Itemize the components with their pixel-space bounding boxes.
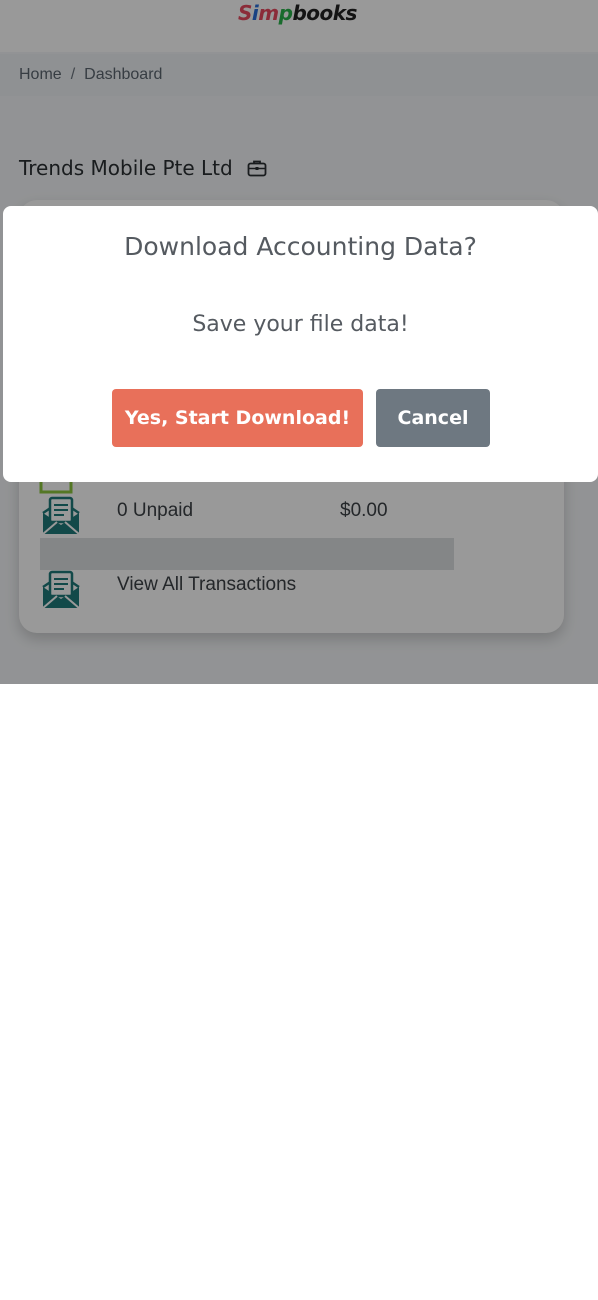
dialog-title: Download Accounting Data? [124,232,477,261]
dialog-message: Save your file data! [192,312,409,337]
download-dialog: Download Accounting Data? Save your file… [3,206,598,482]
start-download-button[interactable]: Yes, Start Download! [112,389,363,447]
cancel-button[interactable]: Cancel [376,389,490,447]
